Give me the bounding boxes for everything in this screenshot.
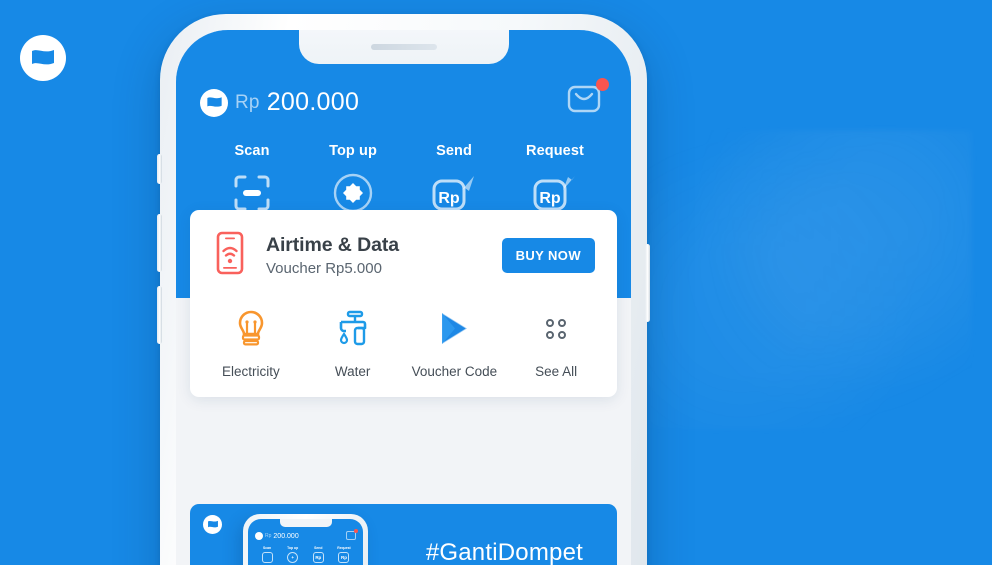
- lightbulb-icon: [234, 308, 268, 350]
- currency-label: Rp: [235, 91, 260, 113]
- mini-action-scan: Scan: [255, 546, 279, 563]
- mini-currency-label: Rp: [265, 533, 272, 539]
- mini-request-icon: Rp: [338, 552, 350, 563]
- banner-mini-phone: Rp 200.000 Scan Top up + Send Rp Request…: [243, 514, 368, 565]
- balance-row: Rp 200.000: [200, 88, 607, 117]
- promo-title: Airtime & Data: [266, 234, 399, 256]
- action-topup[interactable]: Top up: [307, 143, 399, 214]
- balance-amount: 200.000: [266, 88, 360, 116]
- phone-mute-switch[interactable]: [157, 154, 162, 184]
- mini-action-label: Top up: [287, 546, 299, 550]
- earpiece-speaker: [370, 44, 437, 50]
- mini-screen: Rp 200.000 Scan Top up + Send Rp Request…: [248, 519, 363, 565]
- services-card: Airtime & Data Voucher Rp5.000 BUY NOW E…: [190, 210, 617, 397]
- category-water[interactable]: Water: [302, 308, 404, 379]
- mini-send-icon: Rp: [312, 552, 324, 563]
- send-rupiah-icon: Rp: [431, 172, 477, 214]
- phone-power-button[interactable]: [645, 244, 650, 322]
- mail-button[interactable]: [565, 78, 609, 122]
- scan-frame-icon: [233, 172, 271, 214]
- brand-logo: [20, 35, 66, 81]
- mini-action-send: Send Rp: [306, 546, 330, 563]
- app-screen: Rp 200.000 Scan Top up Send Rp Request R…: [176, 30, 631, 565]
- phone-device: Rp 200.000 Scan Top up Send Rp Request R…: [157, 14, 650, 565]
- notification-badge: [596, 78, 609, 91]
- plus-circle-icon: [333, 172, 373, 214]
- flag-logo-icon: [32, 50, 54, 65]
- phone-notch: [298, 30, 509, 64]
- action-label: Scan: [234, 143, 270, 159]
- mini-plus-icon: +: [287, 552, 299, 563]
- category-electricity[interactable]: Electricity: [200, 308, 302, 379]
- action-label: Send: [436, 143, 472, 159]
- promo-text: Airtime & Data Voucher Rp5.000: [266, 234, 484, 277]
- banner-hashtag: #GantiDompet: [425, 539, 583, 565]
- action-label: Request: [526, 143, 584, 159]
- svg-text:Rp: Rp: [539, 190, 561, 207]
- category-label: See All: [535, 364, 578, 379]
- category-row: Electricity Water Voucher Code See All: [190, 300, 617, 397]
- mini-action-label: Send: [314, 546, 323, 550]
- grid-dots-icon: [540, 308, 572, 350]
- category-label: Water: [334, 364, 371, 379]
- phone-volume-down-button[interactable]: [157, 286, 162, 344]
- action-scan[interactable]: Scan: [206, 143, 298, 214]
- mini-brand-logo: [255, 532, 263, 540]
- buy-now-button[interactable]: BUY NOW: [501, 238, 595, 273]
- category-see-all[interactable]: See All: [505, 308, 607, 379]
- promo-row: Airtime & Data Voucher Rp5.000 BUY NOW: [190, 210, 617, 300]
- category-voucher-code[interactable]: Voucher Code: [404, 308, 506, 379]
- action-request[interactable]: Request Rp: [509, 143, 601, 214]
- background-watermark: [642, 130, 972, 430]
- banner-brand-logo: [203, 515, 222, 534]
- request-rupiah-icon: Rp: [532, 172, 578, 214]
- mini-action-topup: Top up +: [281, 546, 305, 563]
- quick-actions: Scan Top up Send Rp Request Rp: [200, 143, 607, 214]
- svg-text:Rp: Rp: [438, 190, 460, 207]
- balance-brand-logo: [200, 88, 228, 117]
- screenshot-canvas: Rp 200.000 Scan Top up Send Rp Request R…: [0, 0, 992, 565]
- mini-action-label: Scan: [262, 546, 272, 550]
- action-send[interactable]: Send Rp: [408, 143, 500, 214]
- promo-banner[interactable]: Rp 200.000 Scan Top up + Send Rp Request…: [190, 504, 617, 565]
- mini-notification-badge: [354, 529, 358, 533]
- mini-actions: Scan Top up + Send Rp Request Rp: [255, 546, 356, 563]
- play-triangle-icon: [435, 308, 473, 350]
- flag-logo-icon: [206, 97, 222, 107]
- mini-action-label: Request: [337, 546, 351, 550]
- mini-action-request: Request Rp: [332, 546, 356, 563]
- phone-volume-up-button[interactable]: [157, 214, 162, 272]
- flag-logo-icon: [207, 520, 218, 528]
- category-label: Electricity: [221, 364, 280, 379]
- faucet-icon: [333, 308, 373, 350]
- phone-screen-bezel: Rp 200.000 Scan Top up Send Rp Request R…: [176, 30, 631, 565]
- mini-balance-amount: 200.000: [273, 532, 299, 540]
- category-label: Voucher Code: [411, 364, 498, 379]
- mini-scan-icon: [261, 552, 273, 563]
- app-body: Airtime & Data Voucher Rp5.000 BUY NOW E…: [176, 210, 631, 565]
- phone-wifi-icon: [212, 231, 248, 280]
- action-label: Top up: [329, 143, 377, 159]
- promo-subtitle: Voucher Rp5.000: [266, 260, 382, 277]
- mini-notch: [279, 519, 332, 527]
- mini-balance-row: Rp 200.000: [255, 532, 356, 540]
